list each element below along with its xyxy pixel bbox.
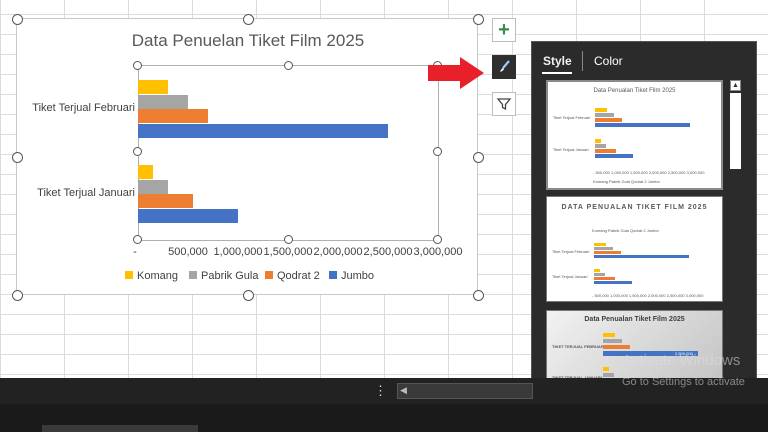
thumb-axis: - 500,000 1,000,000 1,500,000 2,000,000 …	[592, 293, 704, 298]
bar-pabrik-gula-januari[interactable]	[138, 179, 168, 194]
thumb-bar	[594, 255, 689, 258]
thumb-bar	[595, 154, 633, 158]
thumb-label-februari: Tiket Terjual Februari	[553, 115, 591, 120]
plot-handle-top-left[interactable]	[133, 61, 142, 70]
thumb-bar	[603, 373, 614, 377]
resize-handle-left[interactable]	[12, 152, 23, 163]
chart-elements-button[interactable]: +	[492, 18, 516, 42]
thumb-bar	[603, 333, 615, 337]
legend-label: Qodrat 2	[277, 270, 320, 282]
thumb-legend: Komang Pabrik Gula Qodrat 2 Jumbo	[593, 179, 660, 184]
red-arrow-icon	[428, 57, 484, 89]
thumb-label-februari: TIKET TERJUAL FEBRUARI	[552, 344, 605, 349]
bar-jumbo-januari[interactable]	[138, 208, 238, 223]
thumb-bar	[595, 118, 622, 122]
thumb-bar	[594, 251, 621, 254]
watermark-line1: Activate Windows	[622, 352, 741, 369]
tab-style[interactable]: Style	[543, 54, 572, 68]
bar-pabrik-gula-februari[interactable]	[138, 94, 188, 109]
category-label-januari: Tiket Terjual Januari	[37, 187, 135, 199]
resize-handle-bottom-left[interactable]	[12, 290, 23, 301]
chart-object[interactable]: Data Penuelan Tiket Film 2025 Tiket Terj…	[12, 14, 484, 301]
chart-filters-button[interactable]	[492, 92, 516, 116]
legend-swatch	[329, 271, 337, 279]
plot-handle-top[interactable]	[284, 61, 293, 70]
plot-handle-bottom-left[interactable]	[133, 235, 142, 244]
resize-handle-bottom-right[interactable]	[473, 290, 484, 301]
scroll-up-icon[interactable]: ▲	[730, 80, 741, 91]
plot-handle-bottom-right[interactable]	[433, 235, 442, 244]
thumb-bar	[595, 113, 614, 117]
chart-title[interactable]: Data Penuelan Tiket Film 2025	[17, 31, 479, 51]
legend-swatch	[189, 271, 197, 279]
style-thumbnail-1[interactable]: Data Penualan Tiket Film 2025 Tiket Terj…	[546, 80, 723, 190]
thumb-bar	[603, 345, 630, 349]
legend-swatch	[125, 271, 133, 279]
thumb-title: Data Penualan Tiket Film 2025	[584, 316, 685, 323]
legend-label: Pabrik Gula	[201, 270, 259, 282]
legend-item-komang[interactable]: Komang	[125, 270, 178, 282]
style-thumbnail-2[interactable]: DATA PENUALAN TIKET FILM 2025 Komang Pab…	[546, 196, 723, 302]
thumb-bar	[603, 339, 622, 343]
thumb-label-februari: Tiket Terjual Februari	[552, 249, 590, 254]
tab-color[interactable]: Color	[594, 54, 623, 68]
resize-handle-top-right[interactable]	[473, 14, 484, 25]
bar-komang-januari[interactable]	[138, 165, 153, 179]
plot-handle-right[interactable]	[433, 147, 442, 156]
filter-icon	[496, 98, 512, 111]
bar-komang-februari[interactable]	[138, 80, 168, 94]
thumb-bar	[594, 243, 606, 246]
taskbar-strip	[0, 404, 768, 432]
category-label-februari: Tiket Terjual Februari	[32, 102, 135, 114]
bottom-tab-strip[interactable]	[42, 425, 198, 432]
thumb-label-januari: Tiket Terjual Januari	[552, 274, 588, 279]
legend-item-qodrat-2[interactable]: Qodrat 2	[265, 270, 320, 282]
legend-label: Jumbo	[341, 270, 375, 282]
thumb-label-januari: Tiket Terjual Januari	[553, 147, 589, 152]
thumb-bar	[594, 269, 600, 272]
bar-jumbo-februari[interactable]	[138, 123, 388, 138]
resize-handle-top[interactable]	[243, 14, 254, 25]
bar-qodrat-2-februari[interactable]	[138, 109, 208, 123]
thumb-bar	[595, 123, 690, 127]
plot-handle-left[interactable]	[133, 147, 142, 156]
plus-icon: +	[498, 19, 510, 41]
resize-handle-bottom[interactable]	[243, 290, 254, 301]
thumb-bar	[603, 367, 609, 371]
thumb-bar	[594, 247, 613, 250]
horizontal-scrollbar[interactable]: ◀	[397, 383, 533, 399]
bar-qodrat-2-januari[interactable]	[138, 194, 193, 208]
resize-handle-right[interactable]	[473, 152, 484, 163]
legend-item-jumbo[interactable]: Jumbo	[329, 270, 374, 282]
active-tab-underline	[542, 72, 572, 74]
plot-handle-bottom[interactable]	[284, 235, 293, 244]
scroll-thumb[interactable]	[730, 93, 741, 169]
thumb-legend: Komang Pabrik Gula Qodrat 2 Jumbo	[592, 228, 659, 233]
watermark-line2: Go to Settings to activate	[622, 376, 745, 388]
x-tick-label: 3,000,000	[413, 246, 463, 258]
legend-item-pabrik-gula[interactable]: Pabrik Gula	[189, 270, 258, 282]
chart-styles-button[interactable]	[492, 55, 516, 79]
thumb-title: Data Penualan Tiket Film 2025	[593, 88, 676, 94]
thumb-bar	[594, 277, 615, 280]
scroll-left-icon[interactable]: ◀	[400, 385, 407, 396]
legend-swatch	[265, 271, 273, 279]
more-options-icon[interactable]: ⋮	[374, 383, 387, 399]
resize-handle-top-left[interactable]	[12, 14, 23, 25]
thumb-bar	[594, 281, 632, 284]
tab-divider	[582, 51, 583, 71]
thumb-axis: - 500,000 1,000,000 1,500,000 2,000,000 …	[593, 170, 705, 175]
thumb-bar	[595, 108, 607, 112]
brush-icon	[500, 60, 510, 72]
legend-label: Komang	[137, 270, 178, 282]
thumb-bar	[595, 144, 606, 148]
thumb-bar	[595, 149, 616, 153]
thumb-bar	[595, 139, 601, 143]
thumb-title: DATA PENUALAN TIKET FILM 2025	[561, 204, 708, 211]
thumb-bar	[594, 273, 605, 276]
